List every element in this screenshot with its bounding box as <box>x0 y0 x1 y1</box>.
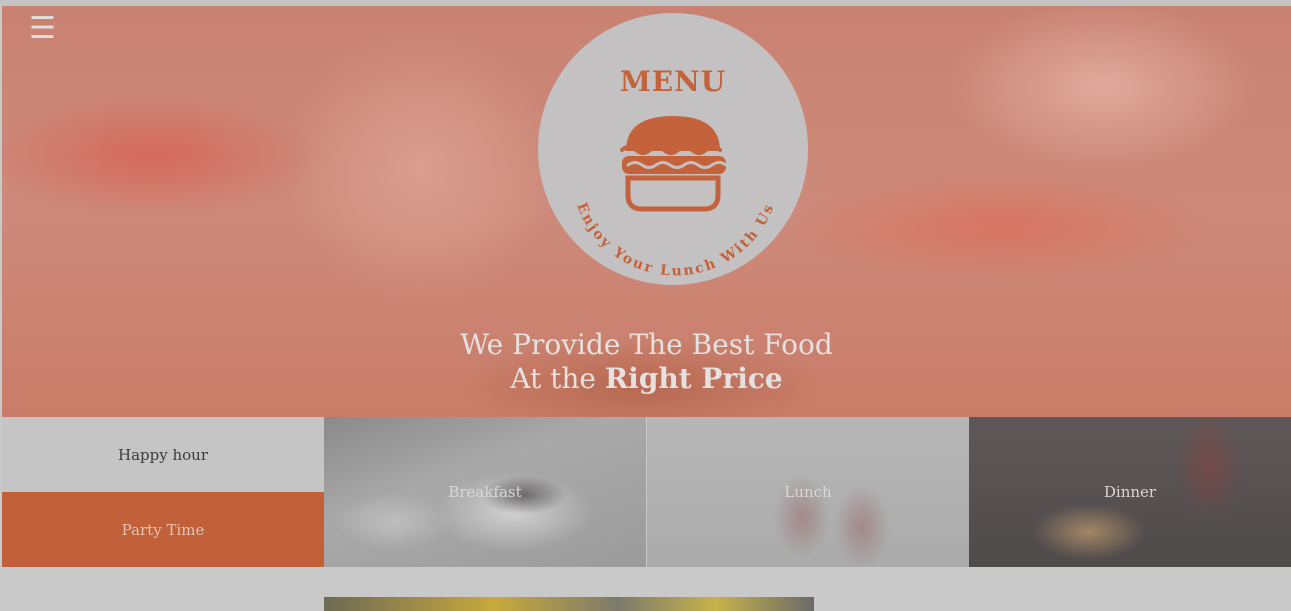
tagline-line1: We Provide The Best Food <box>460 328 833 361</box>
hamburger-menu-icon[interactable]: ☰ <box>29 14 56 44</box>
tagline-line2-prefix: At the <box>510 362 596 395</box>
tile-happy-hour[interactable]: Happy hour <box>2 417 324 492</box>
tile-party-time-label: Party Time <box>121 520 205 539</box>
tile-happy-hour-label: Happy hour <box>118 445 208 464</box>
hero-tagline: We Provide The Best Food At the Right Pr… <box>2 328 1291 396</box>
burger-icon: Enjoy Your Lunch With Us <box>573 116 778 280</box>
tile-breakfast-label: Breakfast <box>448 483 522 501</box>
badge-subtitle: Enjoy Your Lunch With Us <box>573 200 778 279</box>
tile-breakfast[interactable]: Breakfast <box>324 417 646 567</box>
tile-column-specials: Happy hour Party Time <box>2 417 324 567</box>
tagline-line2: At the Right Price <box>2 362 1291 396</box>
menu-category-tiles: Happy hour Party Time Breakfast Lunch Di… <box>2 417 1291 567</box>
tile-lunch-label: Lunch <box>784 483 832 501</box>
content-image-preview <box>324 597 814 611</box>
tile-dinner-label: Dinner <box>1103 483 1157 501</box>
tile-dinner[interactable]: Dinner <box>969 417 1291 567</box>
menu-badge: MENU Enjoy Your Lunch With Us <box>538 13 808 285</box>
tile-lunch[interactable]: Lunch <box>647 417 969 567</box>
tile-party-time[interactable]: Party Time <box>2 492 324 567</box>
tagline-line2-emphasis: Right Price <box>604 362 783 395</box>
hero-banner: ☰ MENU Enjoy Your Lunch With Us We Provi… <box>2 6 1291 417</box>
